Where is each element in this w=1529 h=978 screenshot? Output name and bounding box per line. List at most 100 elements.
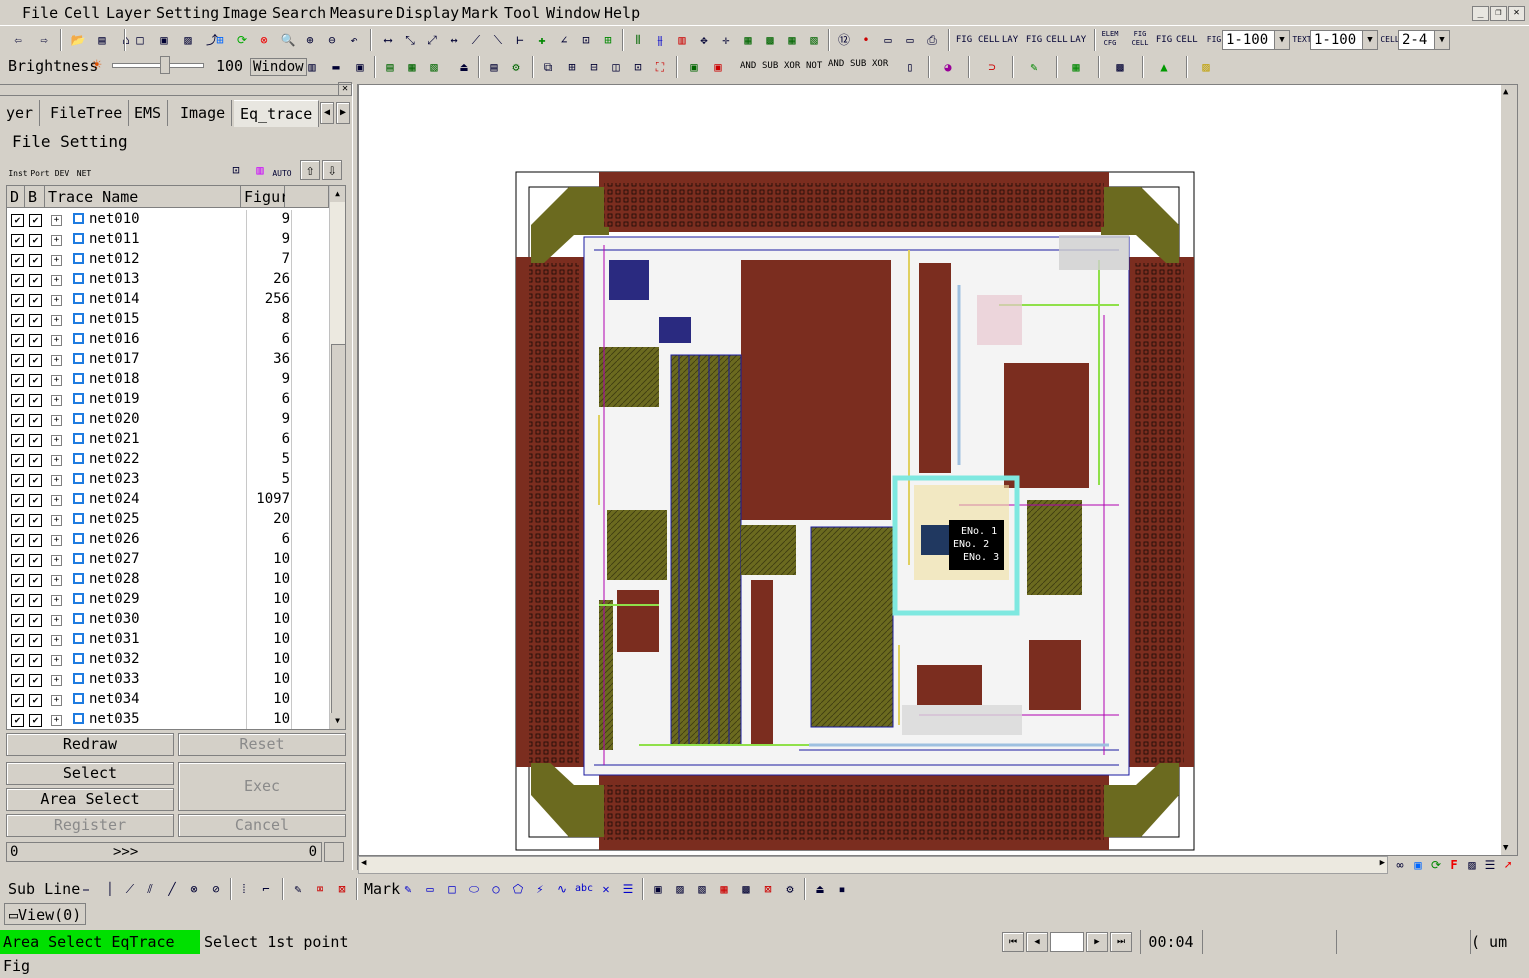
table-row[interactable]: ✔ ✔ + net023 5 xyxy=(7,470,329,490)
menu-search[interactable]: Search xyxy=(272,4,326,22)
expand-icon[interactable]: + xyxy=(51,335,62,346)
display-checkbox[interactable]: ✔ xyxy=(11,234,24,247)
bold-checkbox[interactable]: ✔ xyxy=(29,674,42,687)
display-checkbox[interactable]: ✔ xyxy=(11,374,24,387)
table-row[interactable]: ✔ ✔ + net013 26 xyxy=(7,270,329,290)
bold-checkbox[interactable]: ✔ xyxy=(29,714,42,727)
tab-scroll-right-icon[interactable]: ▶ xyxy=(336,102,350,124)
cross-icon[interactable]: ✚ xyxy=(532,30,552,50)
back-icon[interactable]: ⇦ xyxy=(8,30,28,50)
table-row[interactable]: ✔ ✔ + net033 10 xyxy=(7,670,329,690)
fig-icon[interactable]: FIG xyxy=(954,30,974,50)
expand-icon[interactable]: + xyxy=(51,655,62,666)
table-row[interactable]: ✔ ✔ + net012 7 xyxy=(7,250,329,270)
table-row[interactable]: ✔ ✔ + net034 10 xyxy=(7,690,329,710)
level-combo[interactable]: 2-4 ▼ xyxy=(1398,30,1450,50)
overlay2-icon[interactable]: ▣ xyxy=(708,57,728,77)
display-checkbox[interactable]: ✔ xyxy=(11,634,24,647)
expand-icon[interactable]: + xyxy=(51,575,62,586)
display-checkbox[interactable]: ✔ xyxy=(11,314,24,327)
menu-tool[interactable]: Tool xyxy=(504,4,540,22)
bold-checkbox[interactable]: ✔ xyxy=(29,654,42,667)
array-icon[interactable]: ▦ xyxy=(738,30,758,50)
scroll-down-icon[interactable]: ▼ xyxy=(330,713,345,729)
display-checkbox[interactable]: ✔ xyxy=(11,554,24,567)
display-checkbox[interactable]: ✔ xyxy=(11,654,24,667)
display-checkbox[interactable]: ✔ xyxy=(11,354,24,367)
redraw-button[interactable]: Redraw xyxy=(6,733,174,756)
bold-checkbox[interactable]: ✔ xyxy=(29,514,42,527)
bold-checkbox[interactable]: ✔ xyxy=(29,694,42,707)
display-checkbox[interactable]: ✔ xyxy=(11,694,24,707)
color-map-icon[interactable]: ◕ xyxy=(938,57,958,77)
col-header-figure[interactable]: Figur xyxy=(241,186,289,208)
op-xor-button[interactable]: XOR xyxy=(784,61,800,71)
fig3-icon[interactable]: FIG xyxy=(1154,30,1174,50)
list-icon[interactable]: ▤ xyxy=(484,57,504,77)
link-icon[interactable]: ∞ xyxy=(1390,855,1410,875)
chevron-down-icon[interactable]: ▼ xyxy=(1362,31,1377,49)
overlay-icon[interactable]: ▣ xyxy=(684,57,704,77)
layout-canvas[interactable]: ENo. 1 ENo. 2 ENo. 3 ▲ ▼ xyxy=(358,84,1518,856)
expand-icon[interactable]: + xyxy=(51,295,62,306)
table-row[interactable]: ✔ ✔ + net020 9 xyxy=(7,410,329,430)
menu-display[interactable]: Display xyxy=(396,4,459,22)
table-row[interactable]: ✔ ✔ + net019 6 xyxy=(7,390,329,410)
bold-checkbox[interactable]: ✔ xyxy=(29,474,42,487)
table-row[interactable]: ✔ ✔ + net035 10 xyxy=(7,710,329,729)
first-page-icon[interactable]: ⏮ xyxy=(1002,932,1024,952)
lay-icon[interactable]: LAY xyxy=(1000,30,1020,50)
table-row[interactable]: ✔ ✔ + net027 10 xyxy=(7,550,329,570)
circle-x-icon[interactable]: ⊗ xyxy=(184,879,204,899)
expand-icon[interactable]: + xyxy=(51,235,62,246)
zoom-combo-text[interactable]: 1-100 ▼ xyxy=(1310,30,1378,50)
bold-checkbox[interactable]: ✔ xyxy=(29,214,42,227)
next-page-icon[interactable]: ▶ xyxy=(1086,932,1108,952)
expand-icon[interactable]: + xyxy=(51,435,62,446)
stop-icon[interactable]: ⊗ xyxy=(254,30,274,50)
gear-icon[interactable]: ⚙ xyxy=(506,57,526,77)
dev-icon[interactable]: DEV xyxy=(52,160,72,180)
bold-checkbox[interactable]: ✔ xyxy=(29,494,42,507)
numbering-icon[interactable]: ⑫ xyxy=(834,30,854,50)
measure-width-icon[interactable]: ⊢ xyxy=(510,30,530,50)
grid-icon[interactable]: ⊞ xyxy=(598,30,618,50)
display-checkbox[interactable]: ✔ xyxy=(11,494,24,507)
font-icon[interactable]: F xyxy=(1444,855,1464,875)
measure-diag-icon[interactable]: ⟋ xyxy=(466,30,486,50)
op-sub-button[interactable]: SUB xyxy=(762,61,778,71)
pen-icon[interactable]: ✎ xyxy=(1024,57,1044,77)
move-down-icon[interactable]: ⇩ xyxy=(322,160,342,180)
area-select-button[interactable]: Area Select xyxy=(6,788,174,811)
display-checkbox[interactable]: ✔ xyxy=(11,534,24,547)
tile-grid-icon[interactable]: ⊞ xyxy=(562,57,582,77)
expand-icon[interactable]: + xyxy=(51,315,62,326)
expand-icon[interactable]: + xyxy=(51,495,62,506)
ruler-icon[interactable]: ▭ xyxy=(878,30,898,50)
mark-curve-icon[interactable]: ∿ xyxy=(552,879,572,899)
trace-search-icon[interactable]: ⊡ xyxy=(226,160,246,180)
mark-save-icon[interactable]: ▪ xyxy=(832,879,852,899)
table-row[interactable]: ✔ ✔ + net025 20 xyxy=(7,510,329,530)
vscroll-up-icon[interactable]: ▲ xyxy=(1503,87,1508,97)
table-scrollbar[interactable]: ▲ ▼ xyxy=(329,186,345,729)
scroll-up-icon[interactable]: ▲ xyxy=(330,186,345,202)
menu-file[interactable]: File xyxy=(22,4,58,22)
expand-icon[interactable]: + xyxy=(51,375,62,386)
layer3-icon[interactable]: ▧ xyxy=(424,57,444,77)
expand-icon[interactable]: + xyxy=(51,255,62,266)
col-header-trace-name[interactable]: Trace Name xyxy=(45,186,241,208)
tile-v-icon[interactable]: ◫ xyxy=(606,57,626,77)
align-v-icon[interactable]: ⫴ xyxy=(628,30,648,50)
panel-close-icon[interactable]: ✕ xyxy=(338,82,352,96)
bold-checkbox[interactable]: ✔ xyxy=(29,634,42,647)
window-button[interactable]: Window xyxy=(250,58,307,76)
expand-icon[interactable]: + xyxy=(51,475,62,486)
expand-icon[interactable]: + xyxy=(51,515,62,526)
mark-circle-icon[interactable]: ○ xyxy=(486,879,506,899)
image-view-icon[interactable]: ▨ xyxy=(1462,855,1482,875)
marker-eno-2[interactable]: ENo. 2 xyxy=(953,539,989,550)
menu-cell[interactable]: Cell xyxy=(64,4,100,22)
refresh-icon[interactable]: ⟳ xyxy=(232,30,252,50)
tab-scroll-left-icon[interactable]: ◀ xyxy=(320,102,334,124)
